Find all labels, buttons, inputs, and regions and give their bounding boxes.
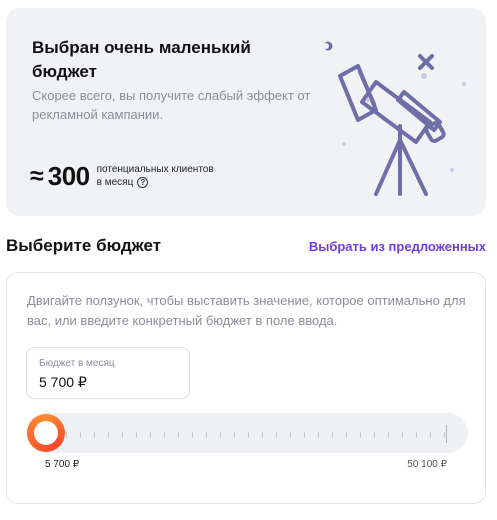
slider-tick xyxy=(122,432,123,438)
help-icon[interactable]: ? xyxy=(137,177,149,188)
choose-suggested-link[interactable]: Выбрать из предложенных xyxy=(309,239,486,254)
slider-tick xyxy=(94,432,95,438)
slider-tick xyxy=(164,432,165,438)
slider-tick xyxy=(290,432,291,438)
slider-tick xyxy=(234,432,235,438)
slider-max-label: 50 100 ₽ xyxy=(407,459,447,470)
slider-tick xyxy=(318,432,319,438)
slider-hint: Двигайте ползунок, чтобы выставить значе… xyxy=(27,293,466,328)
slider-tick xyxy=(374,432,375,438)
slider-tick xyxy=(262,432,263,438)
slider-tick xyxy=(360,432,361,438)
slider-tick xyxy=(206,432,207,438)
slider-tick xyxy=(276,432,277,438)
budget-input-value[interactable]: 5 700 ₽ xyxy=(39,374,87,391)
monthly-budget-input[interactable]: Бюджет в месяц 5 700 ₽ xyxy=(26,347,190,399)
slider-tick xyxy=(192,432,193,438)
slider-max-marker xyxy=(446,425,447,443)
slider-tick xyxy=(402,432,403,438)
slider-min-label: 5 700 ₽ xyxy=(45,459,80,470)
slider-tick xyxy=(346,432,347,438)
slider-tick xyxy=(108,432,109,438)
slider-tick xyxy=(248,432,249,438)
slider-tick xyxy=(178,432,179,438)
approx-sign: ≈ xyxy=(30,161,44,190)
slider-tick xyxy=(444,432,445,438)
slider-ticks xyxy=(66,432,446,438)
slider-tick xyxy=(220,432,221,438)
choose-budget-heading: Выберите бюджет xyxy=(6,236,162,255)
slider-tick xyxy=(332,432,333,438)
slider-tick xyxy=(66,432,67,438)
slider-handle[interactable] xyxy=(27,414,65,452)
slider-tick xyxy=(136,432,137,438)
budget-slider[interactable] xyxy=(26,413,468,453)
slider-tick xyxy=(80,432,81,438)
slider-tick xyxy=(388,432,389,438)
caption-line-2: в месяц xyxy=(96,177,134,188)
slider-tick xyxy=(150,432,151,438)
banner-title: Выбран очень маленький бюджет xyxy=(32,38,251,81)
potential-clients-count: 300 xyxy=(47,160,90,191)
potential-clients-estimate: ≈ 300 потенциальных клиентов в месяц ? xyxy=(30,158,227,194)
slider-tick xyxy=(430,432,431,438)
slider-tick xyxy=(304,432,305,438)
banner-subtitle: Скорее всего, вы получите слабый эффект … xyxy=(32,88,311,122)
budget-input-label: Бюджет в месяц xyxy=(39,358,115,369)
budget-card: Двигайте ползунок, чтобы выставить значе… xyxy=(6,272,486,504)
slider-tick xyxy=(416,432,417,438)
caption-line-1: потенциальных клиентов xyxy=(96,164,214,175)
telescope-icon xyxy=(323,41,466,196)
low-budget-banner: Выбран очень маленький бюджет Скорее все… xyxy=(6,8,486,216)
potential-clients-caption: потенциальных клиентов в месяц ? xyxy=(97,163,227,189)
